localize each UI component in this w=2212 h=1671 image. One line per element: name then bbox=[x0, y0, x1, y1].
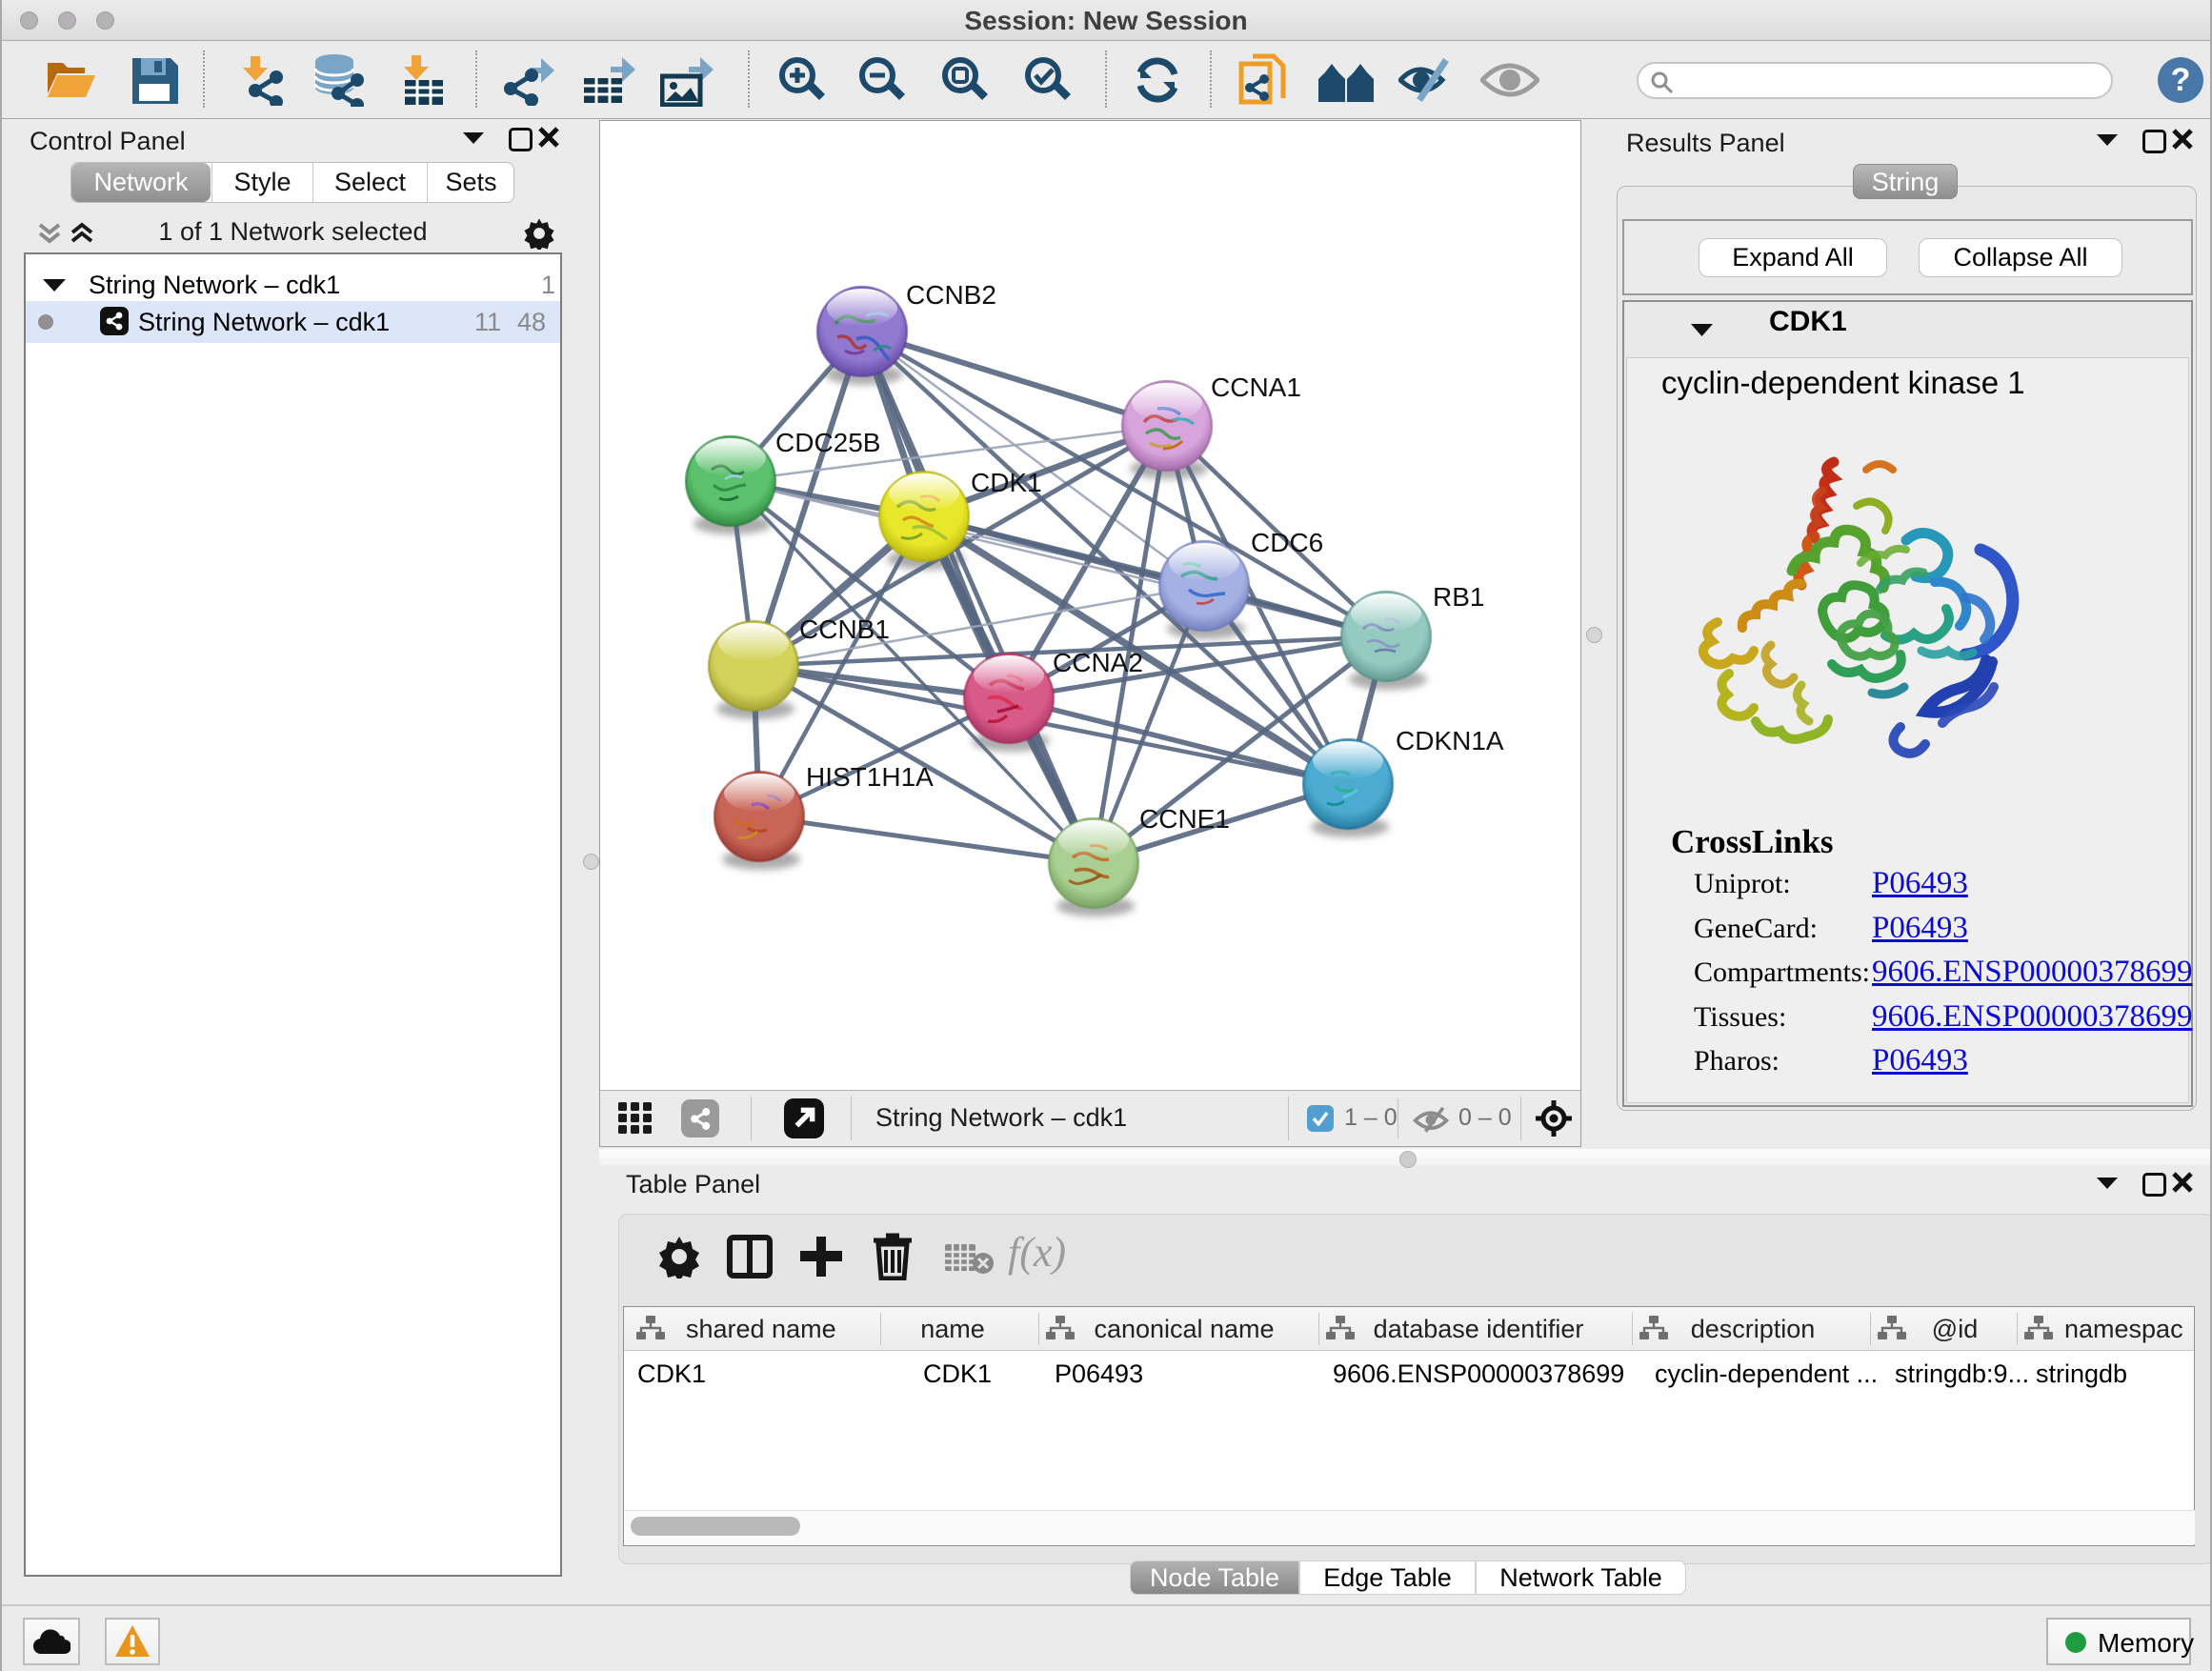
svg-text:CDK1: CDK1 bbox=[971, 468, 1042, 497]
svg-text:CCNA1: CCNA1 bbox=[1211, 372, 1301, 402]
svg-text:CCNE1: CCNE1 bbox=[1139, 804, 1230, 834]
svg-text:CDC25B: CDC25B bbox=[775, 428, 880, 457]
svg-text:RB1: RB1 bbox=[1433, 582, 1484, 612]
svg-text:?: ? bbox=[2171, 62, 2191, 98]
svg-text:CCNB1: CCNB1 bbox=[799, 614, 890, 644]
svg-text:CDKN1A: CDKN1A bbox=[1396, 726, 1504, 755]
svg-text:CCNB2: CCNB2 bbox=[906, 280, 996, 310]
svg-text:CDC6: CDC6 bbox=[1251, 528, 1323, 557]
svg-text:HIST1H1A: HIST1H1A bbox=[806, 762, 934, 792]
svg-text:CCNA2: CCNA2 bbox=[1053, 648, 1143, 677]
